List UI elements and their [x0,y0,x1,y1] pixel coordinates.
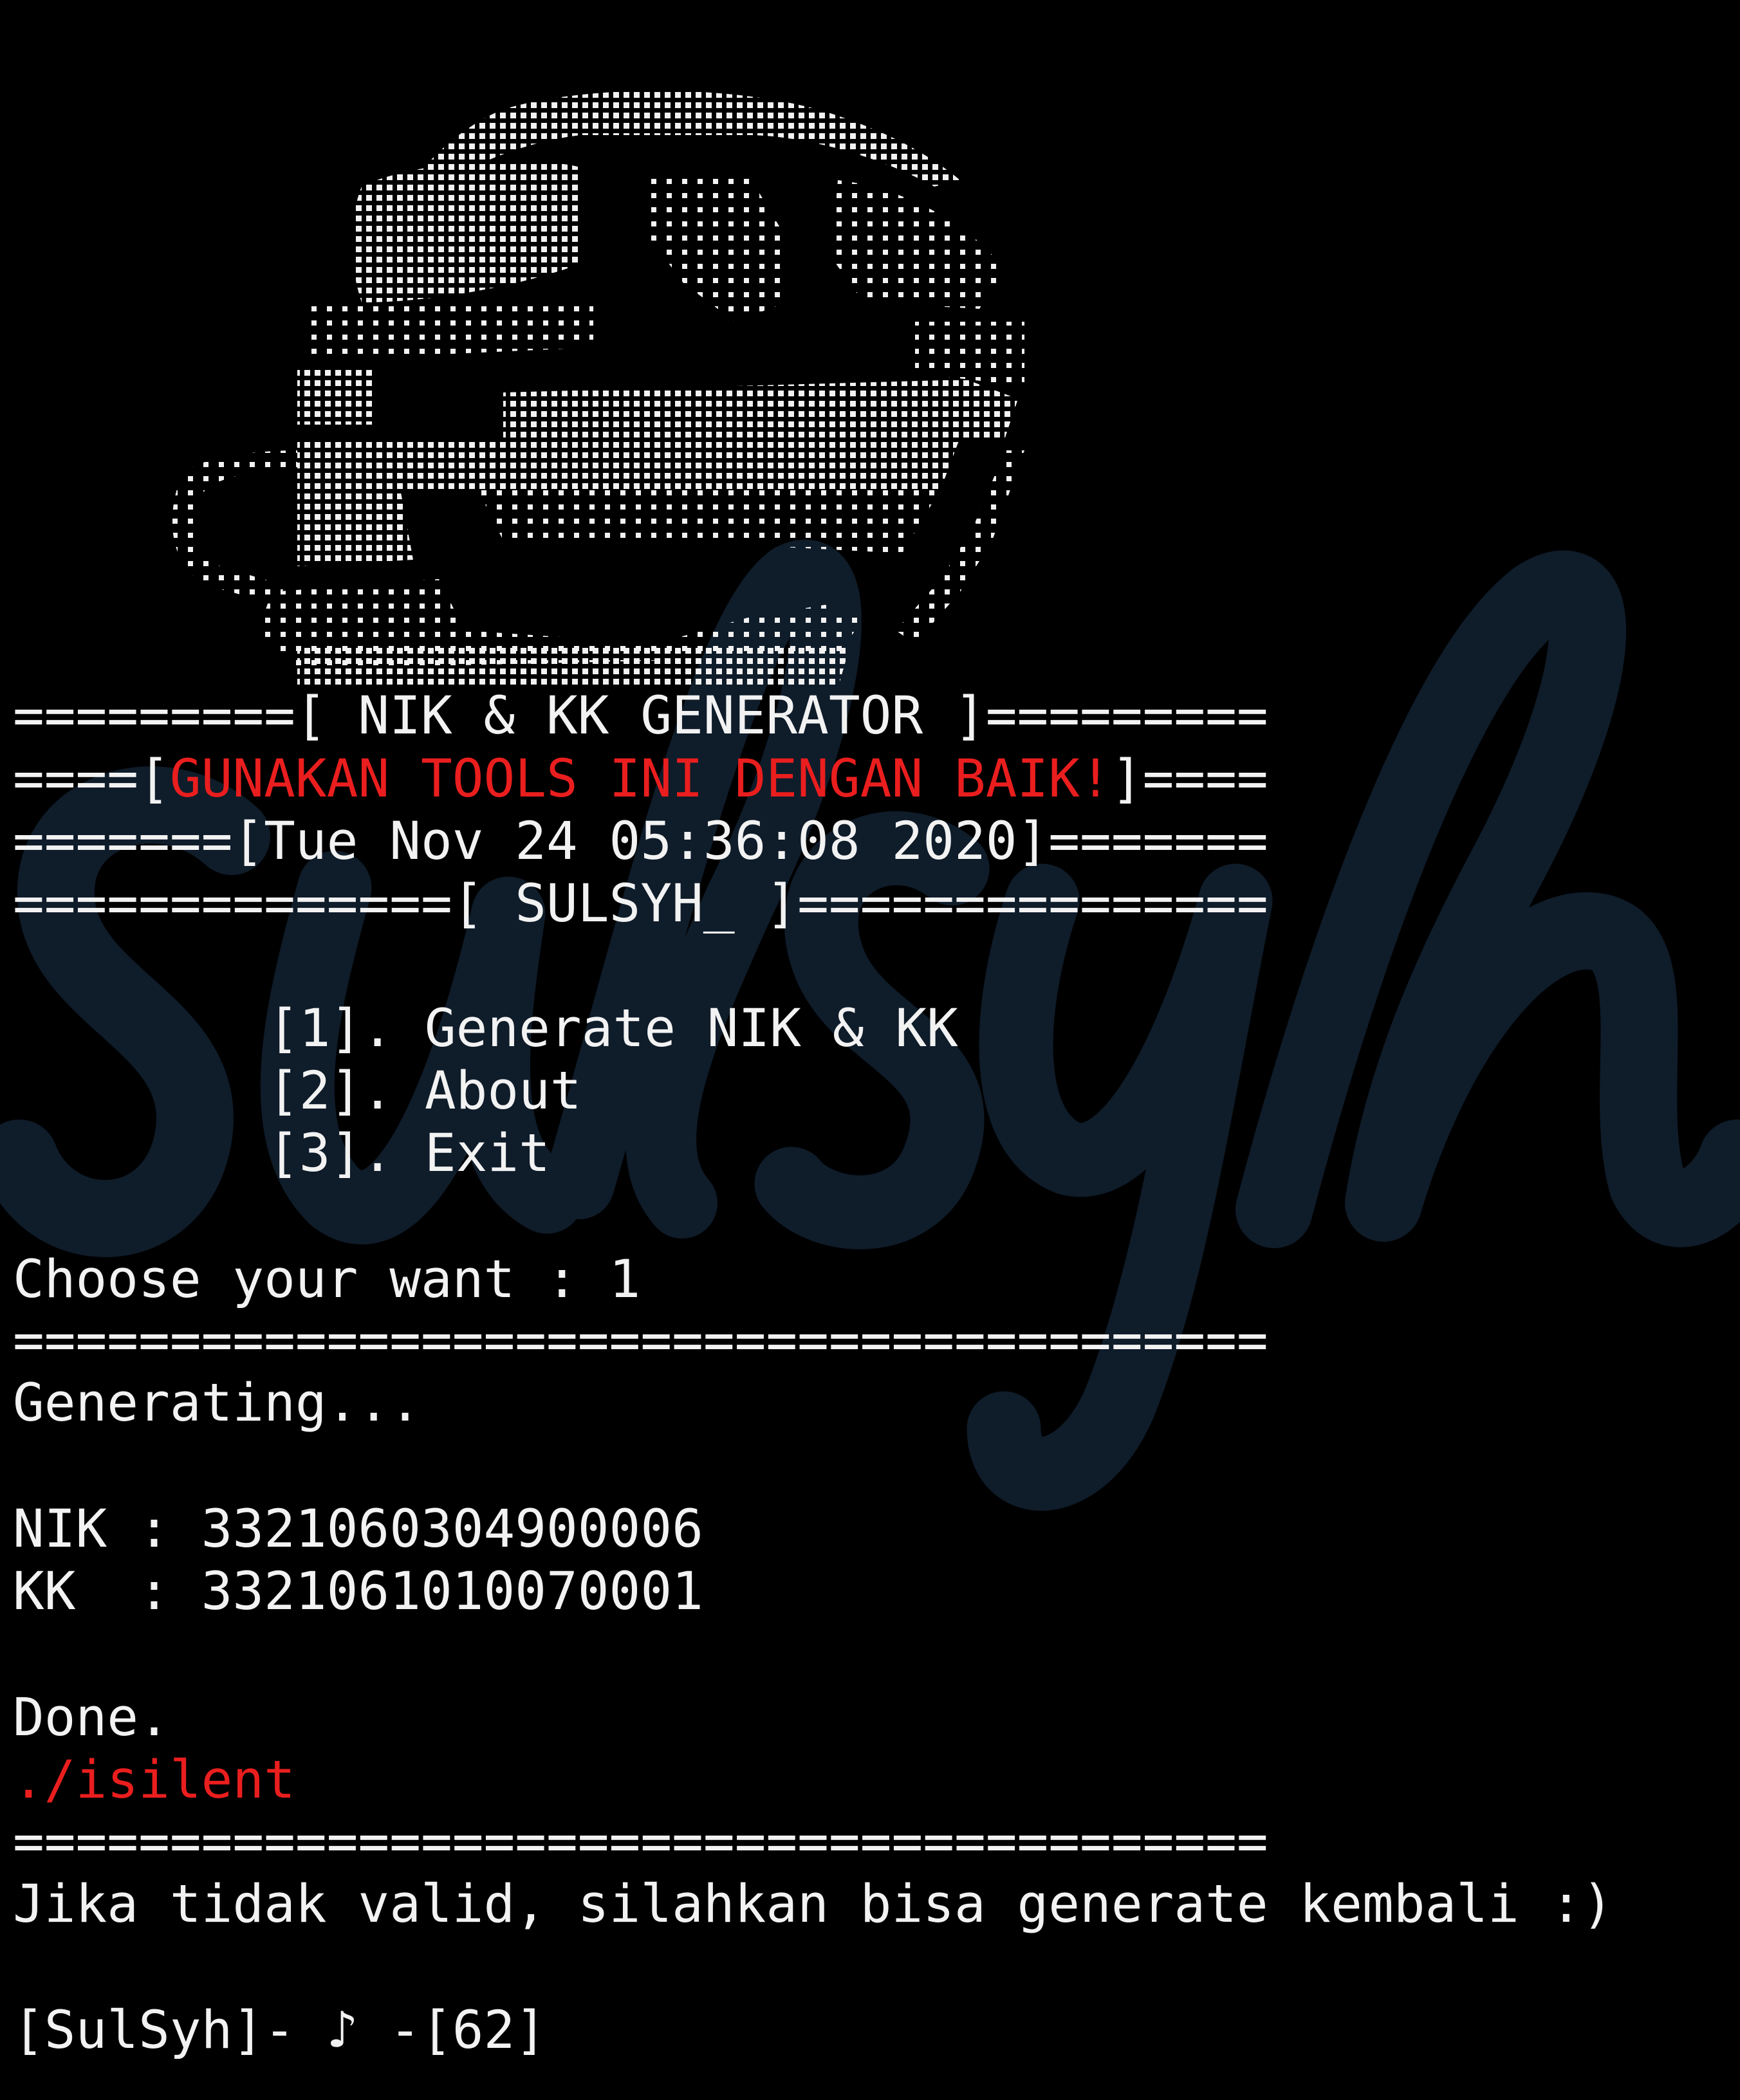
banner-author: ==============[ SULSYH_ ]=============== [13,874,1268,934]
terminal-window[interactable]: =========[ NIK & KK GENERATOR ]=========… [0,0,1740,2100]
menu-item-about: [2]. About [268,1061,582,1121]
kk-result: KK : 3321061010070001 [13,1561,703,1622]
banner-title: =========[ NIK & KK GENERATOR ]========= [13,686,1268,746]
validity-note: Jika tidak valid, silahkan bisa generate… [13,1874,1614,1935]
menu-item-generate: [1]. Generate NIK & KK [268,999,958,1059]
ascii-logo-icon [172,91,1024,688]
banner-date: =======[Tue Nov 24 05:36:08 2020]======= [13,811,1268,872]
shell-prompt[interactable]: [SulSyh]- ♪ -[62] [13,1999,546,2062]
warning-text: GUNAKAN TOOLS INI DENGAN BAIK! [169,749,1111,809]
status-done: Done. [13,1688,170,1748]
script-name: ./isilent [13,1750,295,1810]
banner-warning: ====[GUNAKAN TOOLS INI DENGAN BAIK!]==== [13,748,1268,811]
status-generating: Generating... [13,1373,421,1433]
separator-bottom: ======================================== [13,1812,1268,1872]
choice-prompt: Choose your want : 1 [13,1249,641,1310]
menu-item-exit: [3]. Exit [268,1123,550,1184]
nik-result: NIK : 3321060304900006 [13,1499,703,1560]
warning-suffix: ]==== [1111,749,1268,809]
warning-prefix: ====[ [13,749,170,809]
separator-top: ======================================== [13,1311,1268,1371]
